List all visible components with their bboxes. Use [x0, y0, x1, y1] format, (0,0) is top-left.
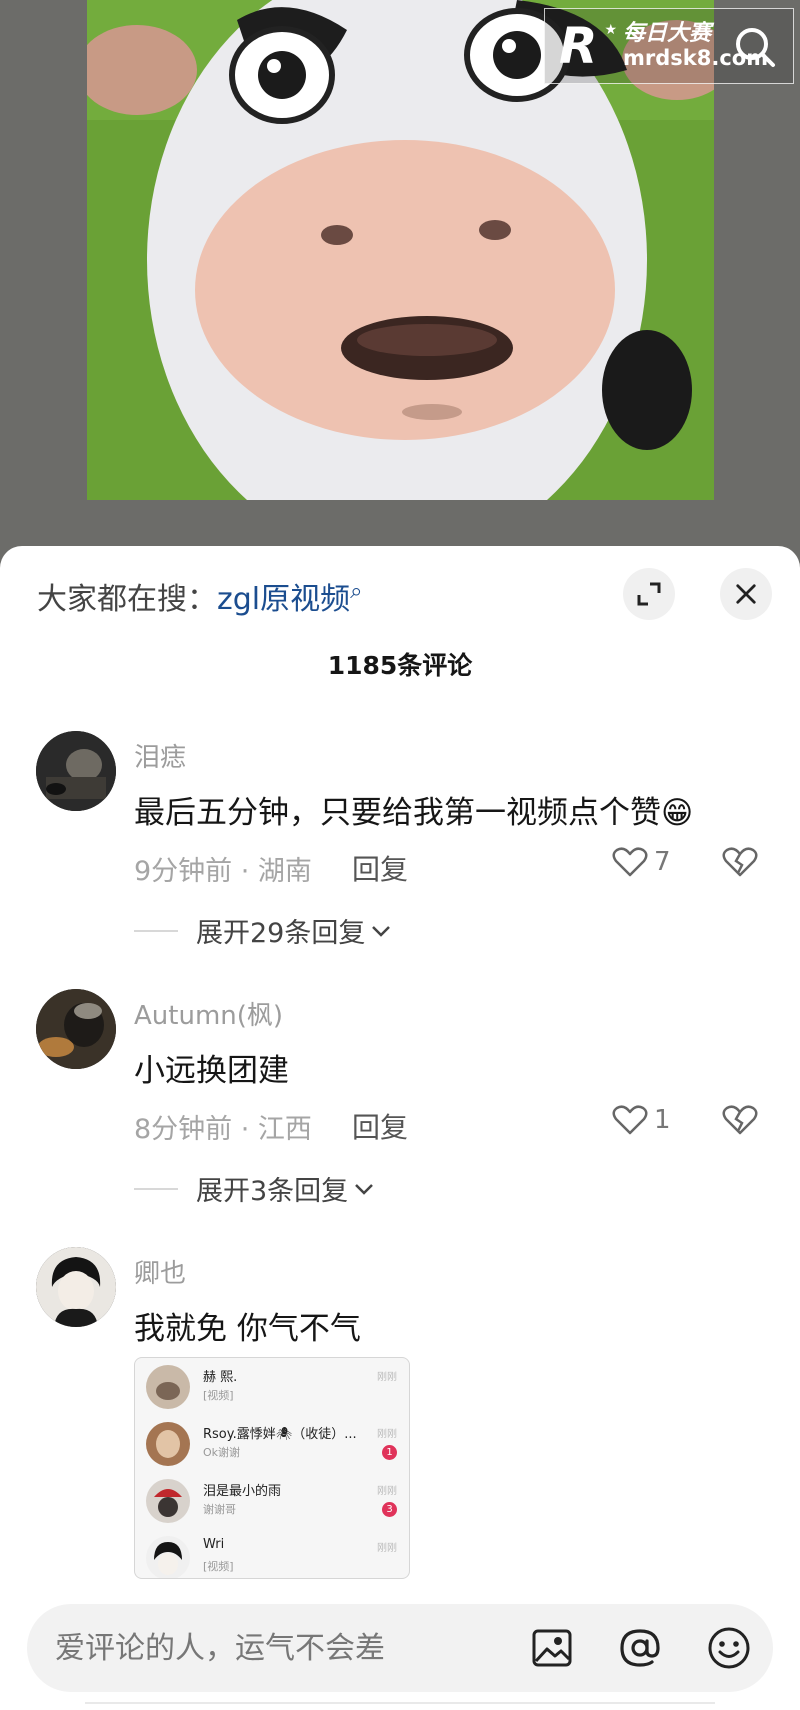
broken-heart-icon: [722, 847, 758, 877]
chevron-down-icon: [372, 925, 391, 937]
comment-item: 泪痣 最后五分钟，只要给我第一视频点个赞😁 9分钟前 · 湖南 回复 7 展开2…: [0, 731, 800, 949]
like-count: 7: [654, 847, 671, 877]
search-icon[interactable]: [733, 25, 777, 69]
broken-heart-icon: [722, 1105, 758, 1135]
reply-button[interactable]: 回复: [352, 848, 408, 888]
heart-icon: [612, 1105, 648, 1135]
watermark-logo: R ★: [559, 17, 617, 75]
chat-preview: [视频]: [203, 1560, 234, 1573]
expand-replies-label: 展开3条回复: [196, 1176, 349, 1207]
reply-button[interactable]: 回复: [352, 1106, 408, 1146]
image-icon: [532, 1629, 572, 1667]
comment-input[interactable]: [55, 1624, 495, 1672]
chat-time: 刚刚: [377, 1372, 397, 1383]
divider: [134, 929, 178, 932]
comment-image[interactable]: 赫 熙. [视频] 刚刚 Rsoy.露悸姅🕷（收徒）... Ok谢谢 刚刚 1 …: [134, 1357, 410, 1579]
chat-name: 泪是最小的雨: [203, 1484, 282, 1499]
smile-icon: [708, 1627, 750, 1669]
comment-item: 卿也 我就免 你气不气 赫 熙. [视频] 刚刚 Rsoy.露悸姅🕷（收徒）..…: [0, 1247, 800, 1587]
hot-search-keyword[interactable]: zgl原视频: [217, 582, 350, 617]
comment-text: 最后五分钟，只要给我第一视频点个赞😁: [134, 795, 694, 831]
comments-sheet: 大家都在搜：zgl原视频⌕ 1185条评论 泪痣 最后五分钟，只要给我第一视频点…: [0, 546, 800, 1710]
chat-list-item: Rsoy.露悸姅🕷（收徒）... Ok谢谢 刚刚 1: [135, 1415, 409, 1472]
emoji-button[interactable]: [706, 1625, 752, 1671]
like-button[interactable]: 7: [612, 846, 671, 878]
chat-name: Wri: [203, 1537, 225, 1552]
avatar[interactable]: [36, 1247, 116, 1327]
chevron-down-icon: [355, 1183, 374, 1195]
hot-search-prefix: 大家都在搜：: [37, 582, 217, 617]
chat-list-item: Wri [视频] 刚刚: [135, 1529, 409, 1578]
dislike-button[interactable]: [722, 1104, 758, 1140]
comment-input-bar: [27, 1604, 773, 1692]
comment-count-title: 1185条评论: [327, 651, 473, 680]
chat-name: 赫 熙.: [203, 1370, 238, 1385]
unread-badge: 1: [382, 1445, 397, 1460]
comment-username[interactable]: Autumn(枫): [134, 995, 283, 1032]
comment-meta: 8分钟前 · 江西: [134, 1114, 312, 1145]
comment-text: 小远换团建: [134, 1053, 289, 1089]
chat-list-item: 泪是最小的雨 谢谢哥 刚刚 3: [135, 1472, 409, 1529]
expand-icon: [637, 582, 661, 606]
hot-search-suggestion[interactable]: 大家都在搜：zgl原视频⌕: [37, 574, 362, 618]
expand-replies-button[interactable]: 展开3条回复: [134, 1169, 374, 1208]
divider: [134, 1187, 178, 1190]
comment-username[interactable]: 卿也: [134, 1253, 186, 1290]
comment-item: Autumn(枫) 小远换团建 8分钟前 · 江西 回复 1 展开3条回复: [0, 989, 800, 1207]
avatar[interactable]: [36, 989, 116, 1069]
chat-preview: [视频]: [203, 1389, 234, 1402]
chat-time: 刚刚: [377, 1543, 397, 1554]
chat-preview: Ok谢谢: [203, 1446, 241, 1459]
comment-meta: 9分钟前 · 湖南: [134, 856, 312, 887]
avatar[interactable]: [36, 731, 116, 811]
chat-preview: 谢谢哥: [203, 1503, 236, 1516]
like-count: 1: [654, 1105, 671, 1135]
chat-time: 刚刚: [377, 1429, 397, 1440]
avatar: [146, 1422, 190, 1466]
close-button[interactable]: [720, 568, 772, 620]
site-watermark: R ★ 每日大赛 mrdsk8.com: [544, 8, 794, 84]
like-button[interactable]: 1: [612, 1104, 671, 1136]
heart-icon: [612, 847, 648, 877]
video-area[interactable]: R ★ 每日大赛 mrdsk8.com: [0, 0, 800, 560]
unread-badge: 3: [382, 1502, 397, 1517]
chat-list-item: 赫 熙. [视频] 刚刚: [135, 1358, 409, 1415]
expand-replies-button[interactable]: 展开29条回复: [134, 911, 391, 950]
comment-username[interactable]: 泪痣: [134, 737, 186, 774]
expand-replies-label: 展开29条回复: [196, 918, 366, 949]
avatar: [146, 1479, 190, 1523]
watermark-logo-letter: R: [559, 17, 597, 75]
expand-button[interactable]: [623, 568, 675, 620]
bottom-divider: [85, 1702, 715, 1710]
chat-time: 刚刚: [377, 1486, 397, 1497]
dislike-button[interactable]: [722, 846, 758, 882]
image-button[interactable]: [529, 1625, 575, 1671]
avatar: [146, 1365, 190, 1409]
mention-button[interactable]: [617, 1625, 663, 1671]
chat-name: Rsoy.露悸姅🕷（收徒）...: [203, 1427, 357, 1442]
close-icon: [736, 584, 756, 604]
comment-text: 我就免 你气不气: [134, 1311, 361, 1347]
avatar: [146, 1536, 190, 1578]
search-icon: ⌕: [350, 579, 363, 604]
at-icon: [620, 1629, 660, 1667]
